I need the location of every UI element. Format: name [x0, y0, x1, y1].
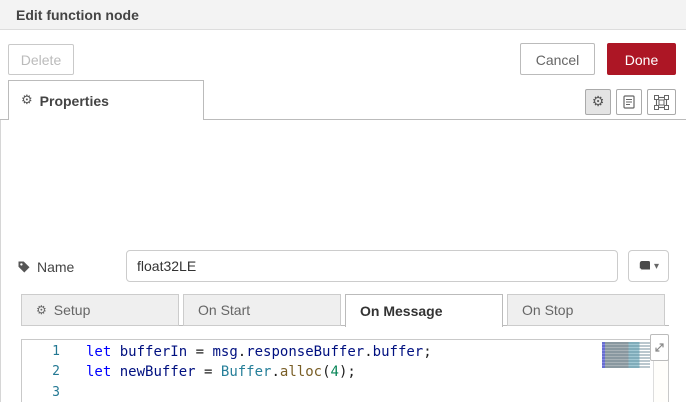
code-text: let bufferIn = msg.responseBuffer.buffer…: [86, 344, 432, 360]
code-lines: 1 let bufferIn = msg.responseBuffer.buffe…: [22, 342, 668, 402]
select-frame-button[interactable]: [647, 89, 676, 115]
name-label-text: Name: [37, 259, 75, 275]
tab-setup[interactable]: ⚙ Setup: [21, 294, 179, 326]
line-number: 1: [52, 344, 60, 359]
chevron-down-icon: ▾: [653, 260, 660, 272]
tab-label: On Start: [198, 302, 251, 318]
tab-properties[interactable]: ⚙ Properties: [8, 80, 204, 120]
tab-on-stop[interactable]: On Stop: [507, 294, 665, 326]
form-area: Name ▾ ⚙ Setup On Start On Message On Stop 1…: [0, 120, 686, 402]
name-input[interactable]: [126, 250, 618, 282]
code-line: 3: [22, 383, 668, 402]
function-tabs: ⚙ Setup On Start On Message On Stop: [21, 294, 669, 327]
code-text: let newBuffer = Buffer.alloc(4);: [86, 364, 356, 381]
dialog-button-row: Delete Cancel Done: [0, 31, 686, 80]
name-label: Name: [17, 259, 74, 275]
library-dropdown-button[interactable]: ▾: [628, 250, 669, 282]
properties-tab-row: ⚙ Properties ⚙: [0, 80, 686, 120]
dialog-title: Edit function node: [16, 7, 139, 23]
expand-editor-button[interactable]: [650, 334, 669, 361]
code-line: 1 let bufferIn = msg.responseBuffer.buffe…: [22, 342, 668, 362]
line-number: 3: [52, 384, 60, 400]
dialog-header: Edit function node: [0, 0, 686, 30]
tab-label: Setup: [53, 302, 91, 318]
code-editor[interactable]: 1 let bufferIn = msg.responseBuffer.buffe…: [21, 339, 669, 402]
delete-button[interactable]: Delete: [8, 44, 74, 75]
edit-function-node-dialog: Edit function node Delete Cancel Done ⚙ …: [0, 0, 686, 402]
selection-frame-icon: [654, 94, 669, 110]
document-icon: [623, 95, 635, 109]
code-line: 2 let newBuffer = Buffer.alloc(4);: [22, 362, 668, 382]
cancel-button[interactable]: Cancel: [520, 43, 595, 75]
editor-settings-button[interactable]: ⚙: [585, 89, 611, 115]
book-icon: [639, 261, 650, 271]
tab-label: On Message: [360, 303, 443, 319]
done-button[interactable]: Done: [607, 43, 676, 75]
gear-icon: ⚙: [36, 303, 47, 317]
gear-icon: ⚙: [591, 94, 605, 110]
tab-on-message[interactable]: On Message: [345, 294, 503, 327]
line-number: 2: [52, 364, 60, 380]
tag-icon: [18, 261, 30, 273]
properties-tab-label: Properties: [39, 92, 109, 109]
minimap[interactable]: [602, 342, 650, 368]
tab-label: On Stop: [522, 302, 574, 318]
expand-icon: [655, 343, 664, 352]
tab-on-start[interactable]: On Start: [183, 294, 341, 326]
node-docs-button[interactable]: [616, 89, 642, 115]
gear-icon: ⚙: [21, 93, 33, 108]
